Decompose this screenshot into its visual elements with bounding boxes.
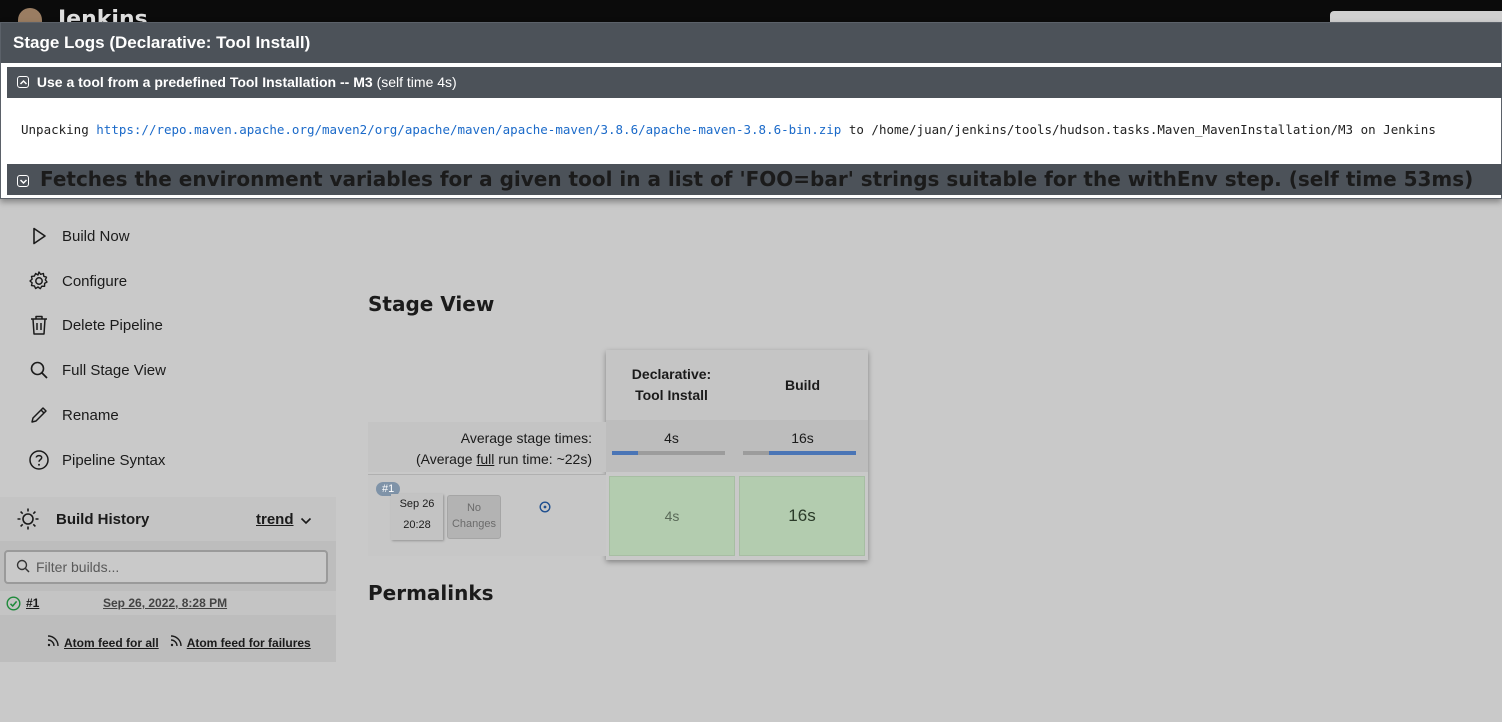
run-date: Sep 26 20:28 [391, 494, 443, 540]
trend-link[interactable]: trend [256, 511, 294, 528]
log-output: Unpacking https://repo.maven.apache.org/… [21, 122, 1436, 137]
sidebar-item-label: Rename [62, 406, 119, 424]
rss-icon [46, 634, 60, 651]
build-history-title: Build History [56, 510, 150, 528]
build-date-link[interactable]: Sep 26, 2022, 8:28 PM [103, 596, 227, 610]
sidebar-item-pipeline-syntax[interactable]: Pipeline Syntax [28, 445, 165, 475]
stage-header-build: Build [737, 350, 868, 420]
avg-time-bar [612, 451, 725, 455]
info-icon[interactable] [539, 498, 551, 517]
filter-builds-input[interactable] [36, 559, 306, 575]
rss-icon [169, 634, 183, 651]
sidebar-item-label: Full Stage View [62, 361, 166, 379]
atom-feeds: Atom feed for all Atom feed for failures [46, 634, 321, 651]
build-history-row[interactable]: #1 Sep 26, 2022, 8:28 PM [0, 591, 336, 615]
build-history-header: Build History trend [0, 497, 336, 541]
build-history-icon [16, 507, 40, 531]
modal-title: Stage Logs (Declarative: Tool Install) [1, 23, 1501, 63]
sidebar-item-label: Build Now [62, 227, 130, 245]
stage-avg-time: 16s [737, 420, 868, 472]
log-url-link[interactable]: https://repo.maven.apache.org/maven2/org… [96, 122, 841, 137]
avg-stage-times-text: Average stage times: [460, 430, 592, 446]
build-history-panel: Build History trend #1 Sep 26, 2022, 8:2… [0, 497, 336, 662]
stage-view-table: Average stage times: (Average full run t… [368, 350, 868, 560]
atom-feed-failures-link[interactable]: Atom feed for failures [187, 636, 311, 650]
atom-feed-all-link[interactable]: Atom feed for all [64, 636, 159, 650]
stage-cell-build[interactable]: 16s [739, 476, 865, 556]
pencil-icon [28, 404, 50, 426]
sidebar-item-delete-pipeline[interactable]: Delete Pipeline [28, 310, 163, 340]
sidebar-item-label: Delete Pipeline [62, 316, 163, 334]
gear-icon [28, 270, 50, 292]
avg-full-run-text: (Average full run time: ~22s) [415, 451, 592, 467]
stage-cell-tool-install[interactable]: 4s [609, 476, 735, 556]
permalinks-heading: Permalinks [368, 581, 494, 605]
log-step-time: (self time 4s) [376, 74, 457, 90]
search-icon [28, 359, 50, 381]
average-times-label: Average stage times: (Average full run t… [368, 422, 606, 472]
sidebar-item-build-now[interactable]: Build Now [28, 221, 130, 251]
stage-header-tool-install: Declarative: Tool Install [606, 350, 737, 420]
avg-time-bar [743, 451, 856, 455]
sidebar-item-rename[interactable]: Rename [28, 400, 119, 430]
log-suffix: to /home/juan/jenkins/tools/hudson.tasks… [848, 122, 1436, 137]
sidebar-item-full-stage-view[interactable]: Full Stage View [28, 355, 166, 385]
stage-logs-modal: Stage Logs (Declarative: Tool Install) U… [0, 22, 1502, 199]
expand-icon[interactable] [17, 175, 29, 187]
play-icon [28, 225, 50, 247]
collapse-icon[interactable] [17, 76, 29, 88]
log-step-title: Fetches the environment variables for a … [39, 167, 1282, 191]
search-icon [16, 559, 30, 576]
stage-avg-time: 4s [606, 420, 737, 472]
log-step-title: Use a tool from a predefined Tool Instal… [36, 74, 373, 90]
sidebar-item-label: Pipeline Syntax [62, 451, 166, 469]
success-check-icon [6, 596, 21, 614]
sidebar-item-configure[interactable]: Configure [28, 266, 127, 296]
help-icon [28, 449, 50, 471]
full-link[interactable]: full [476, 451, 494, 467]
log-step-header-1[interactable]: Use a tool from a predefined Tool Instal… [7, 67, 1502, 98]
log-prefix: Unpacking [21, 122, 89, 137]
top-header: Jenkins [0, 0, 1502, 32]
chevron-down-icon[interactable] [300, 513, 312, 531]
no-changes-box: No Changes [447, 495, 501, 539]
build-number-link[interactable]: #1 [26, 596, 39, 610]
log-step-time: (self time 53ms) [1288, 167, 1474, 191]
trash-icon [28, 314, 50, 336]
stage-view-heading: Stage View [368, 292, 495, 316]
filter-builds-field[interactable] [4, 550, 328, 584]
sidebar-item-label: Configure [62, 272, 128, 290]
run-row-header: #1 Sep 26 20:28 No Changes [368, 474, 606, 556]
log-step-header-2[interactable]: Fetches the environment variables for a … [7, 164, 1502, 195]
